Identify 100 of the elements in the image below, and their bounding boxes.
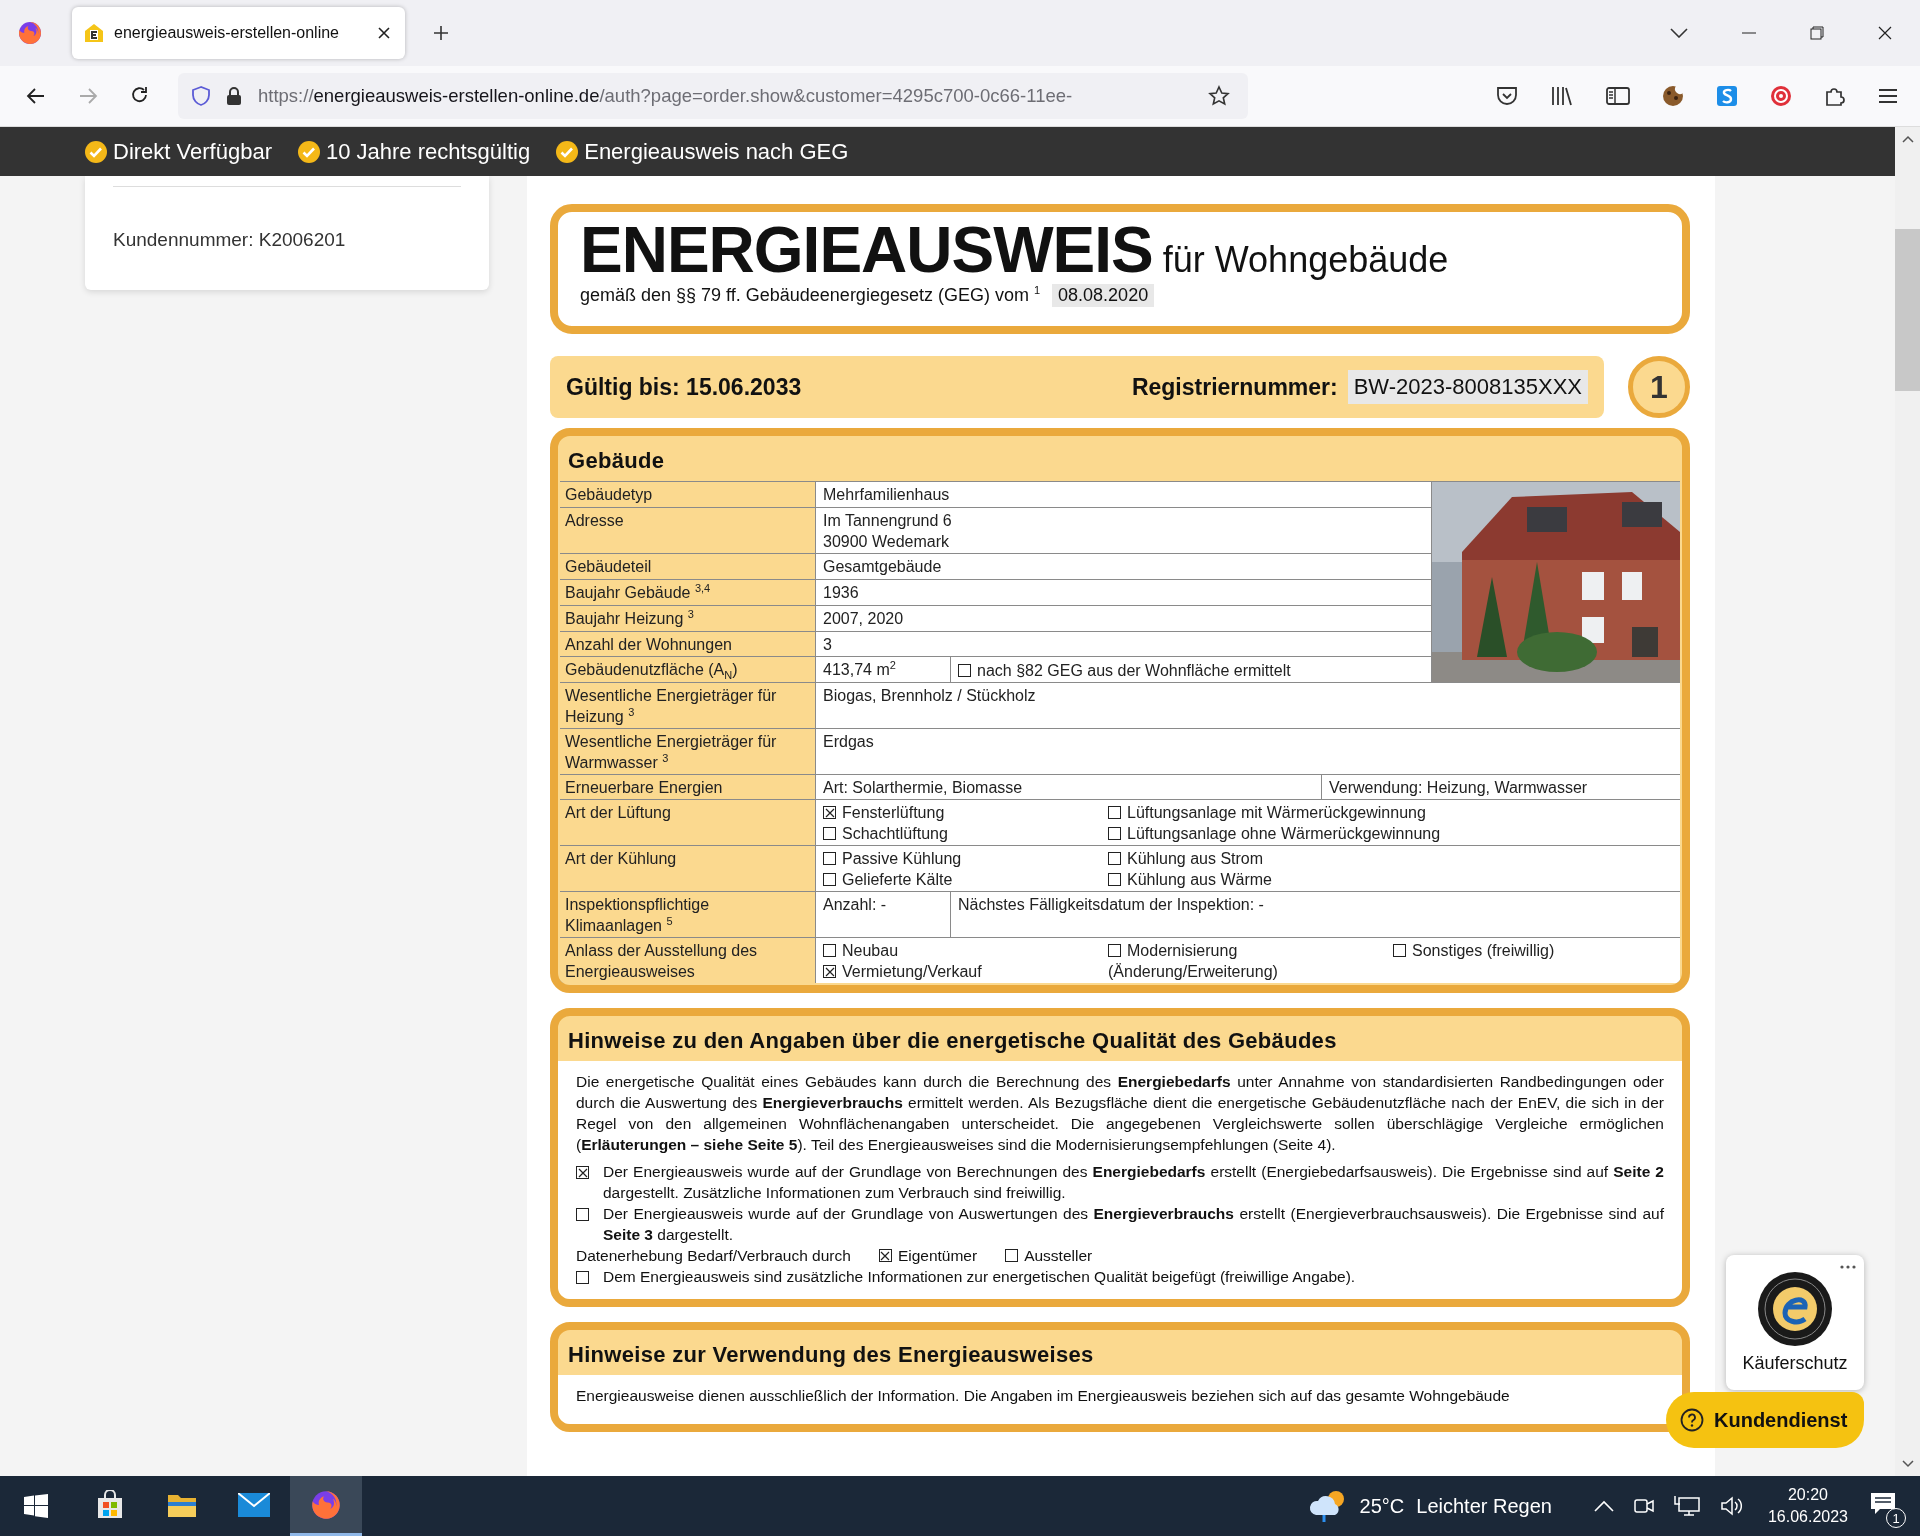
checkbox[interactable] [576, 1271, 589, 1284]
star-icon[interactable] [1208, 85, 1230, 107]
checkbox[interactable] [823, 944, 836, 957]
scroll-up-icon[interactable] [1901, 135, 1914, 143]
notification-count: 1 [1886, 1508, 1906, 1528]
field-label: Adresse [560, 507, 815, 554]
extension-icon[interactable] [1716, 85, 1738, 107]
option-label: Passive Kühlung [842, 849, 962, 869]
checkbox[interactable] [878, 1249, 892, 1262]
section-title: Hinweise zu den Angaben über die energetische Qualität des Gebäudes [567, 1027, 1338, 1055]
field-value: 1936 [816, 580, 1431, 605]
field-label: Baujahr Heizung $^{3}$ [560, 605, 815, 631]
field-label: Inspektionspflichtige Klimaanlagen $^{5}$ [560, 892, 815, 937]
valid-until: Gültig bis: 15.06.2033 [566, 373, 802, 401]
weather-text: Leichter Regen [1416, 1494, 1552, 1518]
checkbox[interactable] [1108, 944, 1121, 957]
checkbox[interactable] [823, 852, 836, 865]
trust-widget[interactable]: Käuferschutz [1726, 1255, 1864, 1390]
option-label: Kühlung aus Strom [1127, 849, 1264, 869]
option-label: Neubau [842, 941, 899, 961]
field-value: 3 [816, 631, 1431, 657]
support-button[interactable]: Kundendienst [1666, 1392, 1864, 1448]
certificate-subtitle: für Wohngebäude [1162, 242, 1449, 278]
volume-icon[interactable] [1719, 1495, 1744, 1517]
close-icon[interactable] [1878, 26, 1892, 40]
notes-statement: Dem Energieausweis sind zusätzliche Informationen zur energetischen Qualität beigefügt (freiwillige Angabe). [603, 1267, 1357, 1287]
option-label: Kühlung aus Wärme [1127, 870, 1272, 890]
checkbox[interactable] [1108, 806, 1121, 819]
clock-time[interactable]: 20:20 [1787, 1484, 1828, 1506]
field-value: Im Tannengrund 6 30900 Wedemark [816, 507, 1431, 554]
checkbox[interactable] [1108, 873, 1121, 886]
option-label: Fensterlüftung [842, 803, 945, 823]
menu-icon[interactable] [1878, 88, 1898, 104]
clock-date[interactable]: 16.06.2023 [1767, 1506, 1848, 1528]
checkbox[interactable] [576, 1166, 589, 1179]
checkbox[interactable] [823, 806, 836, 819]
law-date: 08.08.2020 [1052, 284, 1155, 307]
shield-icon [192, 86, 210, 106]
windows-start-icon[interactable] [24, 1494, 48, 1518]
notification-icon[interactable] [1870, 1492, 1896, 1516]
target-icon[interactable] [1770, 85, 1792, 107]
field-value: Art: Solarthermie, Biomasse [816, 775, 1322, 799]
field-label: Wesentliche Energieträger für Heizung $^{3}$ [560, 683, 815, 728]
mail-icon [238, 1492, 270, 1517]
pocket-icon[interactable] [1496, 86, 1518, 106]
usage-paragraph: Energieausweise dienen ausschließlich der Information. Die Angaben im Energieausweis beziehen sich auf das gesamte Wohngebäude [576, 1386, 1511, 1406]
cookie-icon[interactable] [1662, 85, 1684, 107]
field-label: Art der Lüftung [560, 800, 815, 845]
favicon-icon [84, 23, 104, 43]
puzzle-icon[interactable] [1824, 85, 1846, 107]
browser-tab[interactable]: energieausweis-erstellen-online [72, 7, 405, 59]
banner-text: 10 Jahre rechtsgültig [325, 138, 531, 165]
scrollbar[interactable] [1895, 127, 1920, 1476]
section-title: Gebäude [567, 447, 666, 475]
legal-basis: gemäß den §§ 79 ff. Gebäudeenergiegesetz (GEG) vom $^{1}$ [580, 285, 1041, 306]
field-value: Biogas, Brennholz / Stückholz [816, 683, 1680, 728]
new-tab-icon[interactable] [433, 25, 449, 41]
checkbox[interactable] [1108, 827, 1121, 840]
check-circle-icon [297, 140, 320, 163]
option-label: Aussteller [1024, 1246, 1093, 1266]
scroll-down-icon[interactable] [1901, 1460, 1914, 1468]
restore-icon[interactable] [1810, 26, 1824, 40]
notes-paragraph: Die energetische Qualität eines Gebäudes kann durch die Berechnung des Energiebedarfs unter Annahme von standardisierten Randbedingungen oder durch die Auswertung des Energieverbrauchs ermittelt werden. Als Bezugsfläche dient die energetische Gebäudenutzfläche nach der EnEV, die sich in der Regel von den allgemeinen Wohnflächenangaben unterscheidet. Die angegebenen Vergleichswerte sollen überschlägige Vergleiche ermöglichen (Erläuterungen – siehe Seite 5). Teil des Energieausweises sind die Modernisierungsempfehlungen (Seite 4). [576, 1072, 1664, 1155]
field-label: Art der Kühlung [560, 846, 815, 891]
registration-label: Registriernummer: [1131, 373, 1338, 401]
field-value: Erdgas [816, 729, 1680, 774]
option-label: Lüftungsanlage ohne Wärmerückgewinnung [1127, 824, 1441, 844]
sidebar-icon[interactable] [1606, 86, 1630, 106]
chevron-up-icon[interactable] [1593, 1500, 1614, 1512]
certificate-title: ENERGIEAUSWEIS [580, 218, 1153, 282]
banner-text: Direkt Verfügbar [113, 138, 272, 165]
check-circle-icon [85, 140, 107, 163]
checkbox[interactable] [823, 827, 836, 840]
customer-number: Kundennummer: K2006201 [113, 229, 346, 250]
checkbox[interactable] [823, 873, 836, 886]
address-bar[interactable]: https://energieausweis-erstellen-online.de/auth?page=order.show&customer=4295c700-0c66-11ee- [178, 73, 1248, 119]
field-value: Verwendung: Heizung, Warmwasser [1328, 778, 1589, 798]
option-label: Eigentümer [897, 1246, 978, 1266]
checkbox[interactable] [1393, 944, 1406, 957]
firefox-icon[interactable] [18, 21, 42, 45]
checkbox[interactable] [1005, 1249, 1019, 1262]
more-icon[interactable] [1840, 1265, 1856, 1269]
field-label: Wesentliche Energieträger für Warmwasser $^{3}$ [560, 729, 815, 774]
registration-number: BW-2023-8008135XXX [1347, 370, 1588, 404]
lock-icon [226, 86, 242, 106]
temperature: 25°C [1359, 1494, 1405, 1518]
field-label: Anlass der Ausstellung des Energieausweises [560, 938, 815, 983]
option-label: Sonstiges (freiwillig) [1412, 941, 1555, 961]
network-icon[interactable] [1673, 1495, 1700, 1517]
chevron-down-icon[interactable] [1670, 28, 1688, 38]
checkbox[interactable] [1108, 852, 1121, 865]
library-icon[interactable] [1550, 86, 1574, 106]
checkbox[interactable] [958, 663, 971, 677]
scroll-thumb[interactable] [1895, 229, 1920, 391]
checkbox[interactable] [823, 965, 836, 978]
close-icon[interactable] [377, 26, 391, 40]
checkbox[interactable] [576, 1208, 589, 1221]
field-label: Gebäudenutzfläche (A$_{N}$) [560, 657, 815, 682]
check-circle-icon [556, 140, 579, 163]
back-icon[interactable] [26, 86, 46, 106]
